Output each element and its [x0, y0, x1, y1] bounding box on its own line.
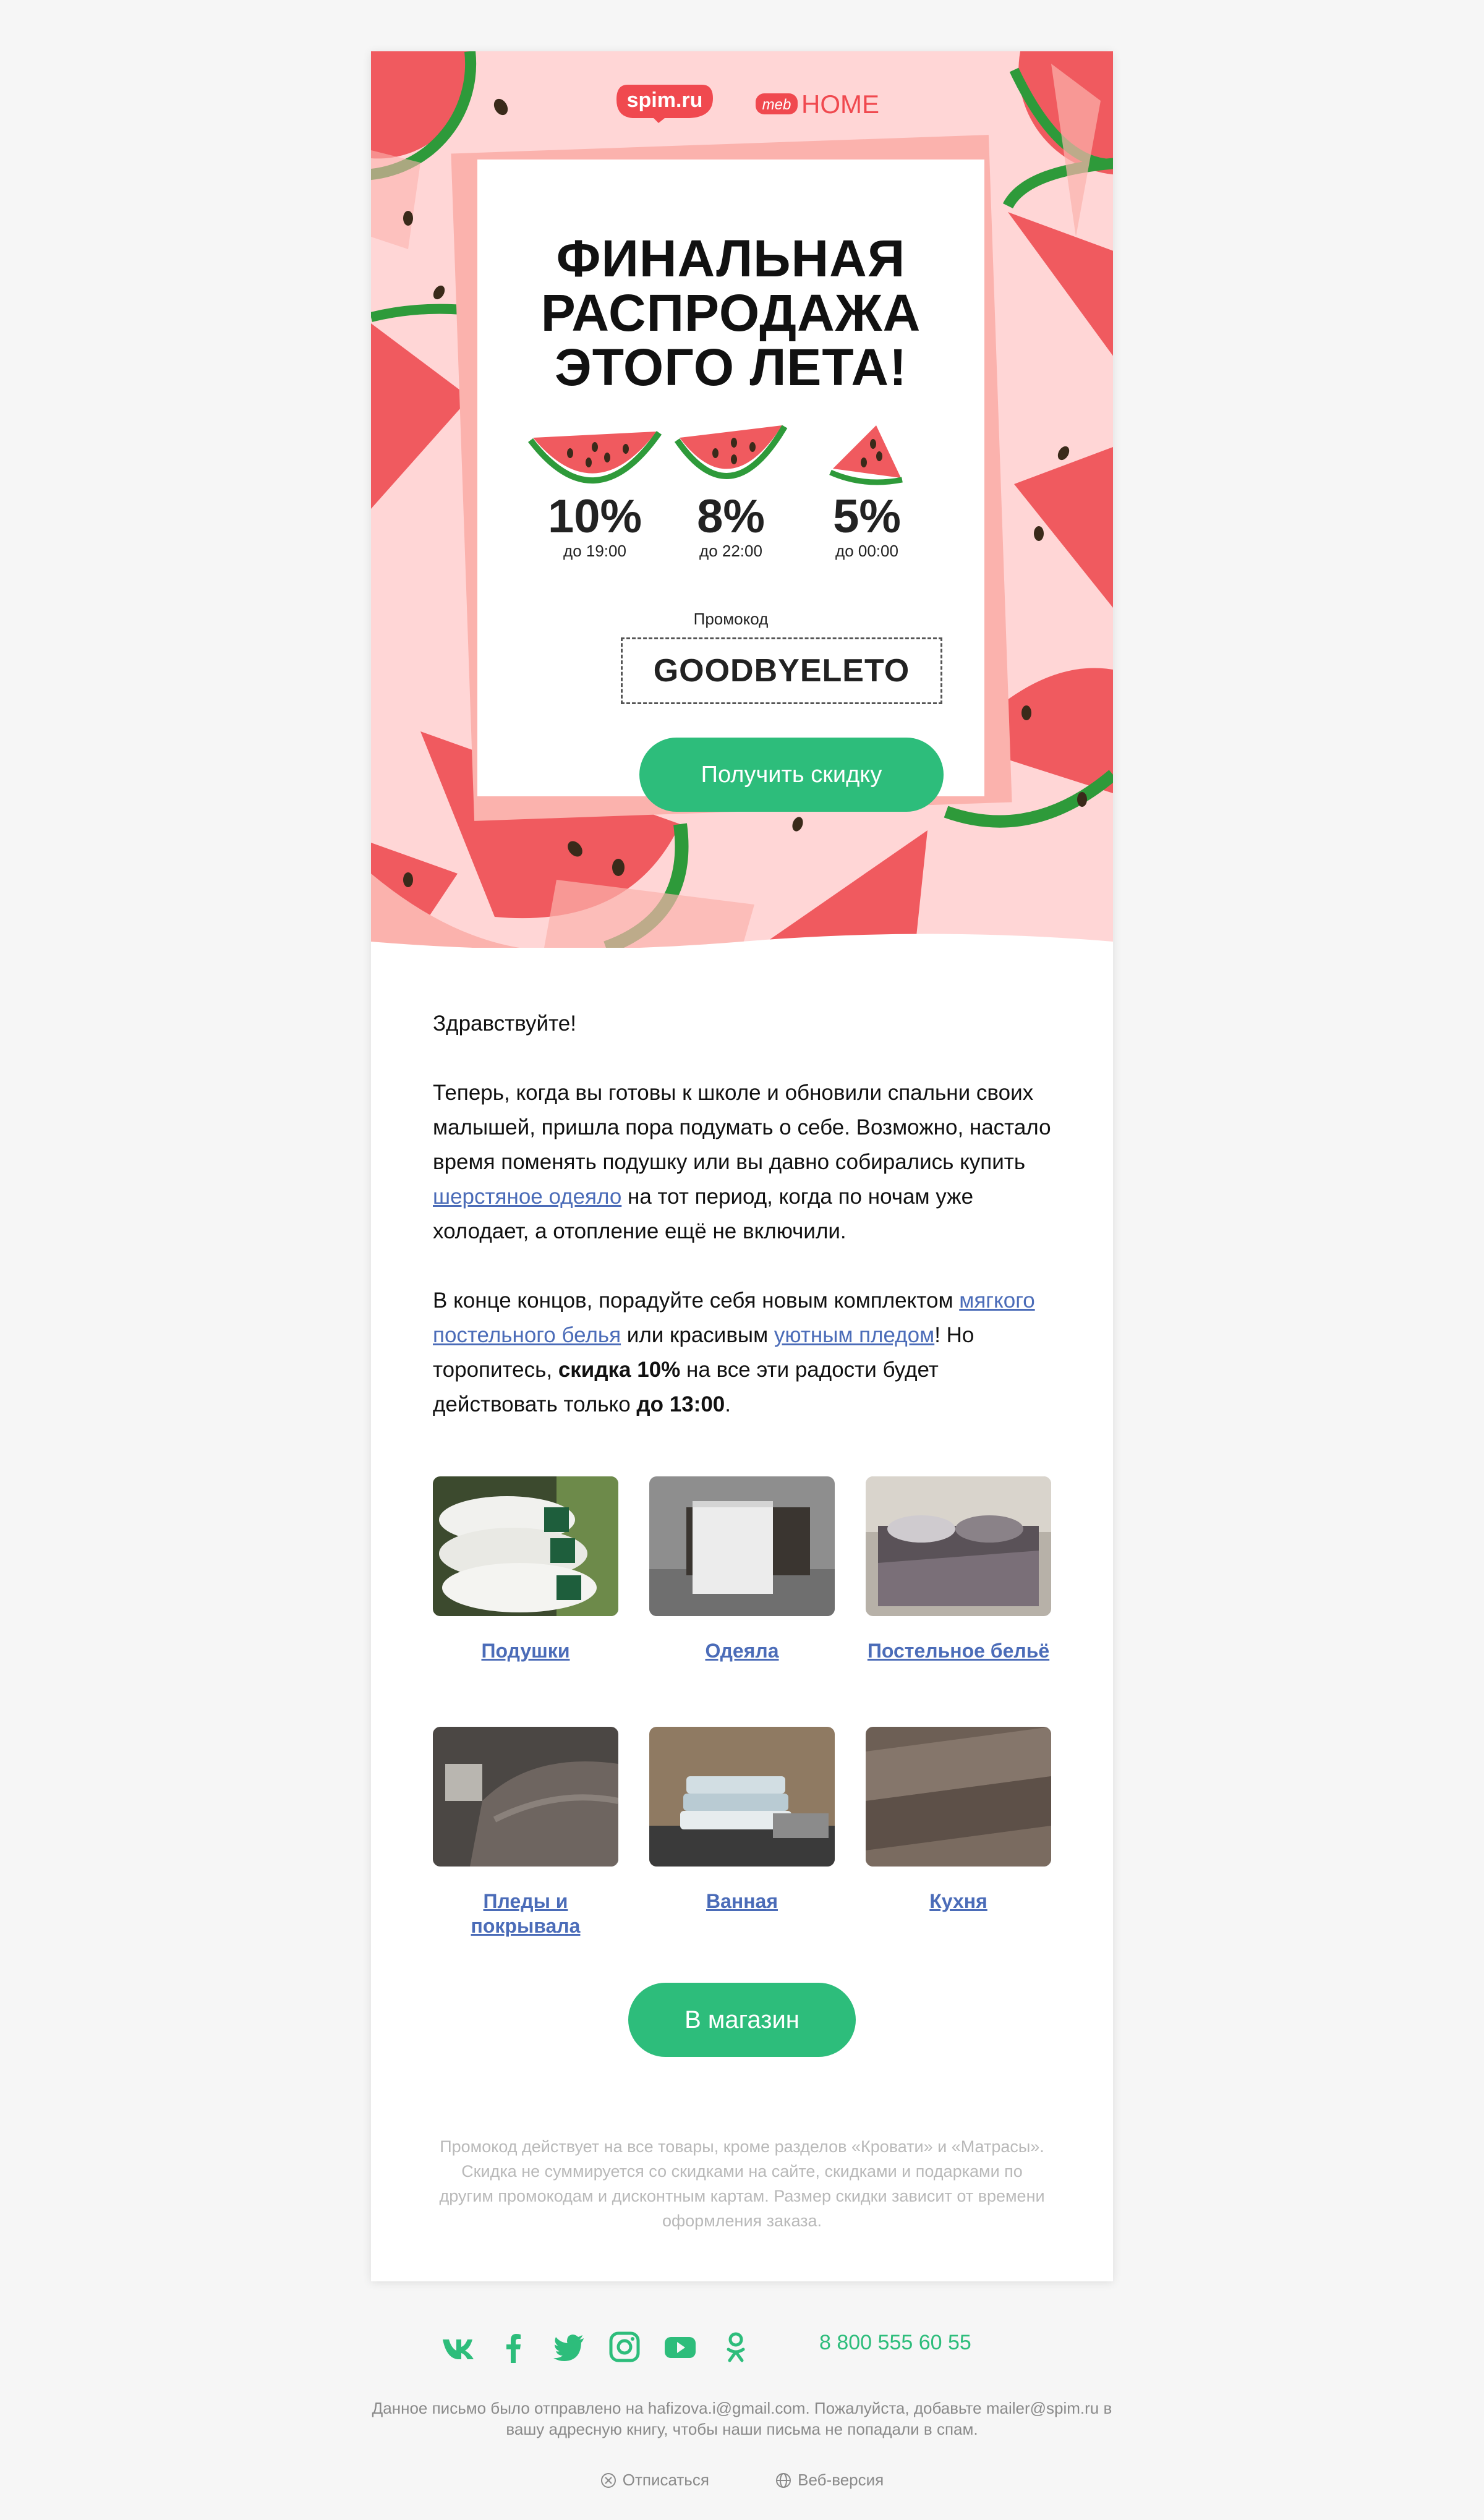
greeting: Здравствуйте! [433, 1011, 576, 1036]
hero-banner: spim.ru meb HOME ФИНАЛЬНАЯ РАСПРОДАЖА ЭТ… [371, 51, 1113, 948]
facebook-icon[interactable] [495, 2327, 532, 2367]
watermelon-slice-icon [829, 425, 903, 485]
svg-text:spim.ru: spim.ru [627, 88, 703, 112]
spim-logo[interactable]: spim.ru [615, 80, 714, 123]
footer-note: Данное письмо было отправлено на hafizov… [372, 2399, 1112, 2438]
globe-icon [776, 2472, 791, 2488]
unsubscribe-label[interactable]: Отписаться [623, 2471, 709, 2490]
close-circle-icon [600, 2472, 616, 2488]
shop-button[interactable]: В магазин [628, 1983, 856, 2057]
watermelon-slice-icon [674, 425, 788, 479]
paragraph-1: Теперь, когда вы готовы к школе и обнови… [433, 1076, 1057, 1249]
wool-blanket-link[interactable]: шерстяное одеяло [433, 1185, 621, 1209]
blankets-image[interactable] [649, 1476, 835, 1616]
category-bathroom[interactable]: Ванная [649, 1727, 835, 1913]
youtube-icon[interactable] [662, 2327, 699, 2367]
discount-tier: 5% до 00:00 [787, 419, 947, 560]
bathroom-image[interactable] [649, 1727, 835, 1867]
text: Теперь, когда вы готовы к школе и обнови… [433, 1081, 1051, 1174]
title-line: РАСПРОДАЖА [540, 284, 921, 342]
bold-text: до 13:00 [636, 1392, 725, 1416]
logo-bar: spim.ru meb HOME [371, 76, 1113, 126]
category-blankets[interactable]: Одеяла [649, 1476, 835, 1663]
title-line: ЭТОГО ЛЕТА! [554, 338, 908, 396]
bold-text: скидка 10% [558, 1358, 681, 1382]
web-version-link[interactable]: Веб-версия [775, 2471, 884, 2490]
hero-title: ФИНАЛЬНАЯ РАСПРОДАЖА ЭТОГО ЛЕТА! [477, 231, 984, 394]
category-kitchen[interactable]: Кухня [866, 1727, 1051, 1913]
category-label[interactable]: Кухня [866, 1889, 1051, 1913]
instagram-icon[interactable] [606, 2327, 643, 2367]
text: В конце концов, порадуйте себя новым ком… [433, 1288, 960, 1313]
bed-linen-image[interactable] [866, 1476, 1051, 1616]
category-label[interactable]: Ванная [649, 1889, 835, 1913]
discount-tiers: 10% до 19:00 8% до 22:00 5% до 00:00 [477, 419, 984, 574]
promo-frame: ФИНАЛЬНАЯ РАСПРОДАЖА ЭТОГО ЛЕТА! 10% до … [477, 160, 984, 812]
svg-text:meb: meb [762, 96, 791, 113]
footer-links: Отписаться Веб-версия [371, 2471, 1113, 2495]
pillows-image[interactable] [433, 1476, 618, 1616]
category-label[interactable]: Одеяла [649, 1638, 835, 1663]
mebhome-logo[interactable]: meb HOME [754, 87, 884, 118]
email-card: spim.ru meb HOME ФИНАЛЬНАЯ РАСПРОДАЖА ЭТ… [371, 51, 1113, 2281]
category-label[interactable]: Пледы и покрывала [433, 1889, 618, 1938]
disclaimer-text: Промокод действует на все товары, кроме … [439, 2137, 1045, 2230]
phone-number[interactable]: 8 800 555 60 55 [819, 2331, 971, 2355]
title-line: ФИНАЛЬНАЯ [556, 229, 906, 287]
discount-time: до 00:00 [835, 542, 898, 560]
unsubscribe-link[interactable]: Отписаться [600, 2471, 709, 2490]
svg-text:HOME: HOME [801, 90, 879, 118]
category-label[interactable]: Подушки [433, 1638, 618, 1663]
odnoklassniki-icon[interactable] [717, 2327, 754, 2367]
text: . [725, 1392, 731, 1416]
watermelon-slice-icon [528, 431, 662, 483]
cozy-plaid-link[interactable]: уютным пледом [774, 1323, 934, 1347]
category-pillows[interactable]: Подушки [433, 1476, 618, 1663]
category-label[interactable]: Постельное бельё [866, 1638, 1051, 1663]
web-version-label[interactable]: Веб-версия [798, 2471, 884, 2490]
vk-icon[interactable] [439, 2327, 476, 2367]
promo-code[interactable]: GOODBYELETO [621, 637, 942, 704]
category-bed-linen[interactable]: Постельное бельё [866, 1476, 1051, 1663]
email-body: Здравствуйте! Теперь, когда вы готовы к … [433, 1007, 1057, 1457]
twitter-icon[interactable] [550, 2327, 587, 2367]
category-grid: Подушки Одеяла Постельное бельё Пледы и … [433, 1476, 1051, 2002]
get-discount-button[interactable]: Получить скидку [639, 738, 944, 812]
plaids-image[interactable] [433, 1727, 618, 1867]
text: или красивым [621, 1323, 774, 1347]
kitchen-image[interactable] [866, 1727, 1051, 1867]
paragraph-2: В конце концов, порадуйте себя новым ком… [433, 1283, 1057, 1422]
discount-percent: 5% [833, 490, 901, 543]
promo-label: Промокод [693, 610, 769, 628]
category-plaids[interactable]: Пледы и покрывала [433, 1727, 618, 1938]
